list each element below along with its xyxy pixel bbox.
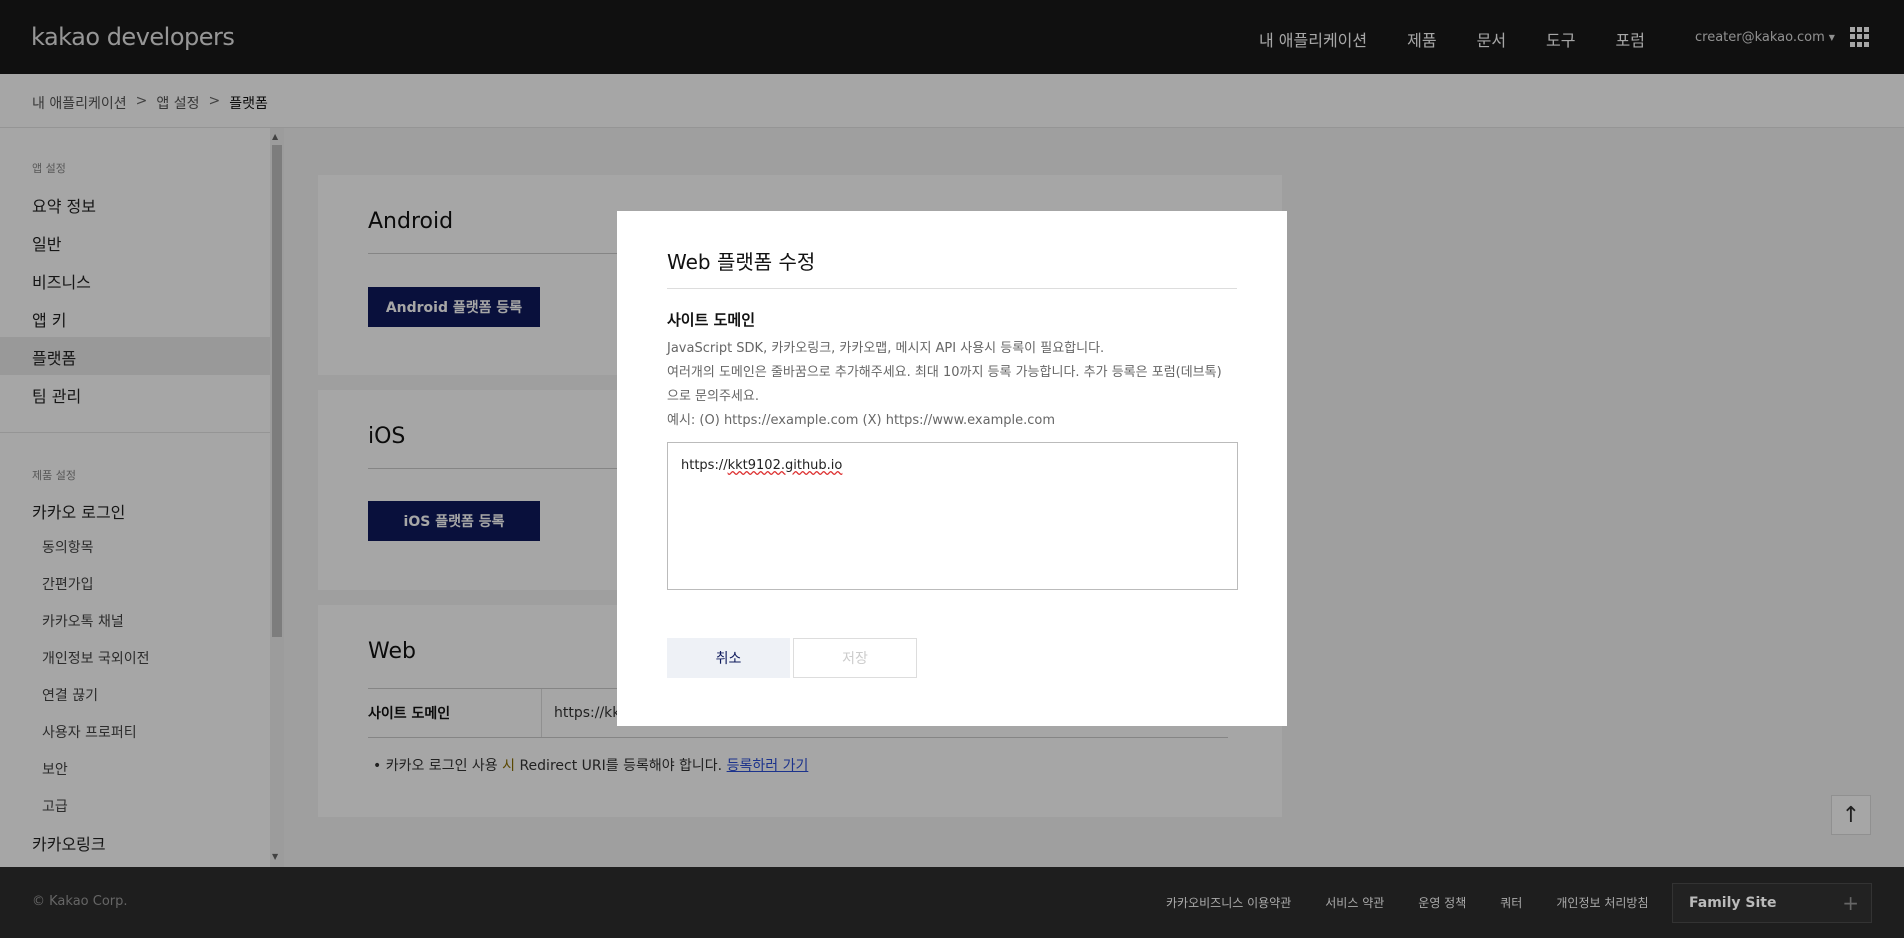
copyright: © Kakao Corp. xyxy=(32,894,128,909)
footer: © Kakao Corp. 카카오비즈니스 이용약관 서비스 약관 운영 정책 … xyxy=(0,867,1904,938)
footer-link-service-terms[interactable]: 서비스 약관 xyxy=(1325,894,1384,911)
footer-links: 카카오비즈니스 이용약관 서비스 약관 운영 정책 쿼터 개인정보 처리방침 xyxy=(1166,894,1683,911)
site-domain-example: 예시: (O) https://example.com (X) https://… xyxy=(667,413,1055,428)
modal-title: Web 플랫폼 수정 xyxy=(667,250,816,274)
web-platform-edit-modal: Web 플랫폼 수정 사이트 도메인 JavaScript SDK, 카카오링크… xyxy=(617,211,1287,726)
save-button[interactable]: 저장 xyxy=(793,638,917,678)
footer-link-quota[interactable]: 쿼터 xyxy=(1500,894,1522,911)
plus-icon: + xyxy=(1842,891,1859,915)
site-domain-textarea[interactable]: https://kkt9102.github.io xyxy=(667,442,1238,590)
site-domain-desc-2: 여러개의 도메인은 줄바꿈으로 추가해주세요. 최대 10까지 등록 가능합니다… xyxy=(667,365,1222,380)
cancel-button[interactable]: 취소 xyxy=(667,638,790,678)
footer-link-business-terms[interactable]: 카카오비즈니스 이용약관 xyxy=(1166,894,1291,911)
footer-link-operation-policy[interactable]: 운영 정책 xyxy=(1418,894,1466,911)
site-domain-label: 사이트 도메인 xyxy=(667,311,756,329)
site-domain-desc-3: 으로 문의주세요. xyxy=(667,389,759,404)
footer-link-privacy[interactable]: 개인정보 처리방침 xyxy=(1556,894,1648,911)
family-site-select[interactable]: Family Site + xyxy=(1672,883,1872,923)
site-domain-desc-1: JavaScript SDK, 카카오링크, 카카오맵, 메시지 API 사용시… xyxy=(667,341,1105,356)
